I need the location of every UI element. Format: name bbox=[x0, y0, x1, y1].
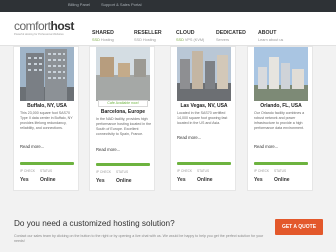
uptime-bar bbox=[20, 162, 74, 165]
cta-text: Contact our sales team by clicking on th… bbox=[14, 234, 264, 243]
nav-title: CLOUD bbox=[176, 30, 195, 36]
nav-subtitle: Servers bbox=[216, 38, 230, 42]
location-city: Las Vegas, NV, USA bbox=[180, 103, 228, 109]
uptime-bar bbox=[177, 162, 231, 165]
top-utility-bar: Billing Panel Support & Sales Portal bbox=[0, 0, 336, 12]
datacenter-photo bbox=[177, 47, 231, 101]
ip-check-label: IP CHECK bbox=[20, 169, 35, 173]
site-header: comforthost Powerful Hosting for Profess… bbox=[0, 12, 336, 46]
ip-check-value: Yes bbox=[20, 177, 29, 183]
read-more-link[interactable]: Read more... bbox=[254, 144, 278, 149]
nav-title: DEDICATED bbox=[216, 30, 246, 36]
location-card-buffalo: Buffalo, NY, USA This 23,000 square foot… bbox=[13, 46, 79, 191]
ip-check-label: IP CHECK bbox=[254, 169, 269, 173]
get-a-quote-button[interactable]: GET A QUOTE bbox=[275, 219, 323, 235]
status-label: STATUS bbox=[40, 169, 53, 173]
ip-check-value: Yes bbox=[96, 178, 105, 184]
location-description: This 23,000 square foot SAS70 Type II da… bbox=[20, 111, 73, 130]
status-value: Online bbox=[197, 177, 213, 183]
location-card-las-vegas: Las Vegas, NV, USA Located in the SAS70 … bbox=[170, 46, 236, 191]
status-value: Online bbox=[116, 178, 132, 184]
datacenter-photo bbox=[254, 47, 308, 101]
logo[interactable]: comforthost Powerful Hosting for Profess… bbox=[14, 19, 75, 36]
logo-tagline: Powerful Hosting for Professional Websit… bbox=[14, 33, 64, 36]
quote-cta-section: Do you need a customized hosting solutio… bbox=[0, 210, 336, 252]
availability-badge: Cafe Available now! bbox=[98, 100, 148, 107]
location-description: In the NAD facility, provides high perfo… bbox=[96, 117, 152, 136]
status-value: Online bbox=[274, 177, 290, 183]
status-value: Online bbox=[40, 177, 56, 183]
nav-subtitle: SSD VPS (KVM) bbox=[176, 38, 205, 42]
ip-check-value: Yes bbox=[177, 177, 186, 183]
read-more-link[interactable]: Read more... bbox=[177, 135, 201, 140]
cta-heading: Do you need a customized hosting solutio… bbox=[14, 219, 175, 228]
ip-check-label: IP CHECK bbox=[177, 169, 192, 173]
nav-subtitle: SSD Hosting bbox=[92, 38, 114, 42]
nav-title: ABOUT bbox=[258, 30, 277, 36]
status-label: STATUS bbox=[116, 170, 129, 174]
status-label: STATUS bbox=[197, 169, 210, 173]
location-city: Buffalo, NY, USA bbox=[27, 103, 67, 109]
nav-subtitle: SSD Hosting bbox=[134, 38, 156, 42]
logo-suffix: host bbox=[50, 19, 75, 33]
topbar-link-support[interactable]: Support & Sales Portal bbox=[101, 2, 141, 7]
nav-title: RESELLER bbox=[134, 30, 162, 36]
uptime-bar bbox=[96, 163, 150, 166]
location-city: Barcelona, Europe bbox=[100, 109, 146, 115]
location-description: Our Orlando facility combines a robust n… bbox=[254, 111, 305, 130]
ip-check-label: IP CHECK bbox=[96, 170, 111, 174]
location-city: Orlando, FL, USA bbox=[260, 103, 302, 109]
nav-subtitle: Learn about us bbox=[258, 38, 284, 42]
status-label: STATUS bbox=[274, 169, 287, 173]
location-description: Located in the SAS70 certified 14,000 sq… bbox=[177, 111, 228, 125]
location-card-orlando: Orlando, FL, USA Our Orlando facility co… bbox=[247, 46, 313, 191]
read-more-link[interactable]: Read more... bbox=[20, 144, 44, 149]
location-card-barcelona: Cafe Available now! Barcelona, Europe In… bbox=[89, 46, 155, 191]
uptime-bar bbox=[254, 162, 308, 165]
datacenter-photo bbox=[20, 47, 74, 101]
read-more-link[interactable]: Read more... bbox=[96, 147, 120, 152]
datacenter-photo bbox=[96, 47, 150, 101]
topbar-link-billing[interactable]: Billing Panel bbox=[68, 2, 90, 7]
logo-prefix: comfort bbox=[14, 19, 51, 33]
nav-title: SHARED bbox=[92, 30, 114, 36]
ip-check-value: Yes bbox=[254, 177, 263, 183]
